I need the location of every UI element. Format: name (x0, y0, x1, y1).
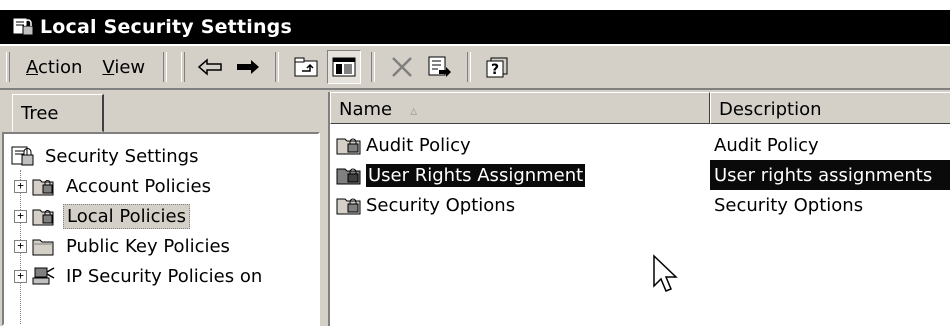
tree-item-label: Account Policies (66, 175, 211, 197)
column-header-label: Description (719, 99, 822, 120)
list-item-name: User Rights Assignment (334, 160, 587, 190)
list-item-name-text: Security Options (366, 194, 516, 216)
menu-view[interactable]: View (92, 57, 155, 78)
show-hide-tree-icon (332, 57, 356, 77)
help-icon: ? (486, 57, 508, 78)
security-settings-app-icon (12, 17, 34, 36)
folder-lock-icon (336, 138, 361, 155)
column-header-description[interactable]: Description (710, 92, 950, 124)
forward-icon (237, 60, 260, 74)
menu-view-accel: V (102, 56, 115, 78)
toolbar-separator (275, 52, 280, 82)
tree-item-label: IP Security Policies on (66, 265, 263, 287)
toolbar: Action View ? (0, 44, 950, 90)
tree-item-account-policies[interactable]: + Account Policies (14, 172, 214, 200)
list-item-description: Audit Policy (714, 134, 819, 156)
sort-ascending-icon: ▵ (410, 103, 418, 119)
up-one-level-icon (294, 57, 318, 77)
tree-view[interactable]: Security Settings + Account Policies + L… (2, 132, 320, 326)
menu-view-label: iew (114, 56, 146, 78)
toolbar-grip[interactable] (6, 52, 10, 82)
expand-toggle[interactable]: + (14, 239, 27, 253)
list-item-description: User rights assignments (710, 160, 950, 190)
toolbar-separator (163, 52, 168, 82)
security-settings-icon (11, 146, 34, 166)
details-list: Name ▵ Description Audit Policy Audit Pol… (328, 92, 950, 326)
list-item-description: Security Options (714, 194, 864, 216)
expand-toggle[interactable]: + (14, 269, 27, 283)
mouse-cursor-icon (653, 254, 678, 292)
folder-lock-icon (32, 179, 54, 196)
toolbar-separator (467, 52, 472, 82)
menu-action-accel: A (26, 56, 38, 78)
toolbar-separator (371, 52, 376, 82)
folder-lock-icon (32, 209, 54, 226)
title-bar[interactable]: Local Security Settings (0, 10, 950, 44)
delete-icon (392, 57, 412, 77)
menu-action-label: ction (38, 56, 83, 78)
toolbar-grip[interactable] (181, 52, 186, 82)
back-icon (197, 58, 222, 76)
column-header-name[interactable]: Name ▵ (330, 92, 710, 124)
export-list-icon (428, 56, 452, 77)
ip-security-icon (32, 267, 55, 285)
up-one-level-button[interactable] (289, 50, 323, 84)
show-hide-tree-button[interactable] (327, 50, 362, 84)
folder-lock-icon (336, 198, 361, 215)
tree-item-public-key-policies[interactable]: + Public Key Policies (14, 232, 233, 260)
list-item-selected[interactable]: User Rights Assignment User rights assig… (330, 160, 950, 190)
tree-item-security-settings[interactable]: Security Settings (10, 142, 201, 170)
tree-item-label: Security Settings (45, 145, 199, 167)
tree-item-ip-security-policies[interactable]: + IP Security Policies on (14, 262, 265, 290)
tree-item-label: Local Policies (63, 203, 190, 229)
window-title: Local Security Settings (40, 16, 292, 38)
expand-toggle[interactable]: + (14, 209, 27, 223)
delete-button[interactable] (385, 50, 419, 84)
tree-item-local-policies[interactable]: + Local Policies (14, 202, 190, 230)
list-item-name-text: Audit Policy (366, 134, 471, 156)
help-button[interactable]: ? (481, 50, 515, 84)
folder-icon (32, 239, 54, 256)
tree-pane: Tree Security Settings + Account Policie… (0, 92, 322, 326)
list-item-name: Security Options (334, 190, 515, 220)
svg-text:?: ? (491, 62, 499, 78)
list-item[interactable]: Audit Policy Audit Policy (330, 130, 950, 160)
column-header-label: Name (339, 99, 393, 120)
folder-lock-icon (336, 168, 361, 185)
list-item[interactable]: Security Options Security Options (330, 190, 950, 220)
export-list-button[interactable] (423, 50, 457, 84)
forward-button[interactable] (231, 50, 265, 84)
list-item-name: Audit Policy (334, 130, 471, 160)
expand-toggle[interactable]: + (14, 179, 27, 193)
tab-tree[interactable]: Tree (12, 94, 104, 132)
local-security-settings-window: Local Security Settings Action View ? Tr… (0, 10, 950, 326)
back-button[interactable] (193, 50, 227, 84)
tree-item-label: Public Key Policies (66, 235, 230, 257)
list-item-name-text: User Rights Assignment (364, 162, 587, 188)
menu-action[interactable]: Action (16, 57, 92, 78)
